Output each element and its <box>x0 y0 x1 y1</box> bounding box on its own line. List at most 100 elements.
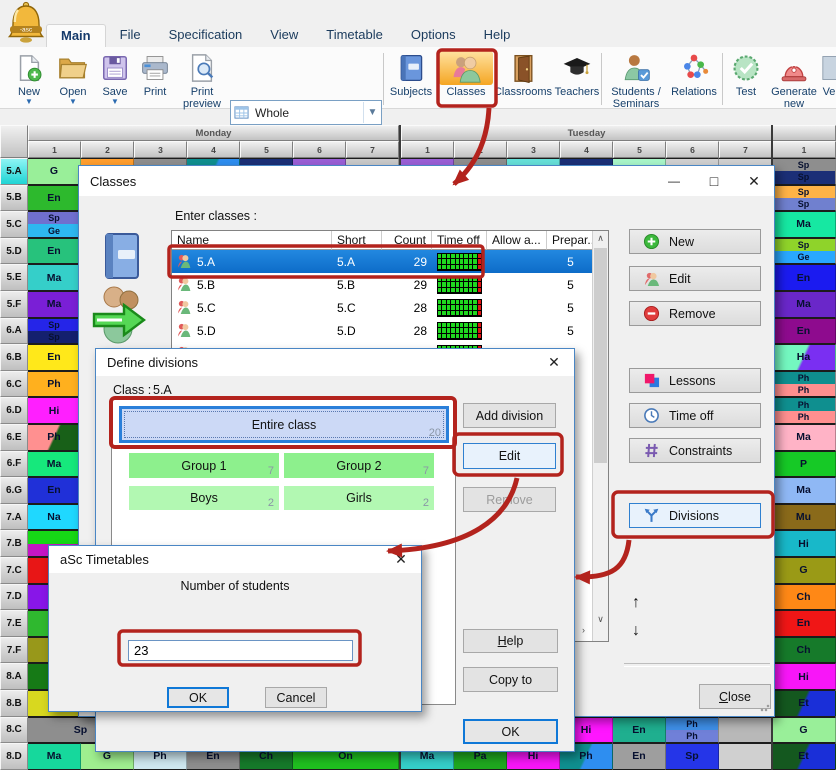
timetable-cell[interactable]: Ma <box>28 451 81 478</box>
row-header-6.C[interactable]: 6.C <box>0 371 28 398</box>
column-header-prepar[interactable]: Prepar... <box>547 231 594 250</box>
table-row[interactable]: 5.B5.B295 <box>172 273 594 296</box>
row-header-7.E[interactable]: 7.E <box>0 610 28 637</box>
timetable-cell[interactable]: SpGe <box>28 211 81 238</box>
column-header-count[interactable]: Count <box>382 231 432 250</box>
resize-grip[interactable] <box>760 702 770 712</box>
students-dialog-titlebar[interactable]: aSc Timetables ✕ <box>49 546 421 573</box>
chevron-down-icon[interactable]: ▼ <box>52 98 94 105</box>
timetable-cell[interactable]: Ha <box>772 344 836 371</box>
division-item-group2[interactable]: Group 27 <box>284 453 434 478</box>
timetable-cell[interactable]: Ph <box>28 371 81 398</box>
move-down-button[interactable]: ↓ <box>632 622 640 640</box>
division-item-group1[interactable]: Group 17 <box>129 453 279 478</box>
timetable-cell[interactable]: En <box>28 344 81 371</box>
row-header-5.F[interactable]: 5.F <box>0 291 28 318</box>
scroll-down-icon[interactable]: ∨ <box>593 614 608 625</box>
timetable-cell[interactable]: Ph <box>28 424 81 451</box>
view-selector[interactable]: Whole ▼ <box>230 100 382 125</box>
maximize-icon[interactable]: □ <box>694 166 734 196</box>
column-header-timeoff[interactable]: Time off <box>432 231 487 250</box>
timetable-cell[interactable]: Ch <box>772 637 836 664</box>
divisions-button[interactable]: Divisions <box>629 503 761 528</box>
row-header-6.D[interactable]: 6.D <box>0 397 28 424</box>
division-item-girls[interactable]: Girls2 <box>284 486 434 510</box>
toolbar-button-print[interactable]: Printpreview <box>176 51 228 110</box>
timetable-cell[interactable]: Ma <box>772 477 836 504</box>
toolbar-button-save[interactable]: Save▼ <box>96 51 134 105</box>
timetable-cell[interactable]: Hi <box>772 663 836 690</box>
row-header-5.A[interactable]: 5.A <box>0 158 28 185</box>
edit-button[interactable]: Edit <box>629 266 761 291</box>
vertical-scrollbar[interactable]: ∧∨ <box>592 231 608 641</box>
timetable-cell[interactable]: Et <box>772 690 836 717</box>
timetable-cell[interactable]: En <box>772 318 836 345</box>
timetable-cell[interactable]: Hi <box>772 530 836 557</box>
lessons-button[interactable]: Lessons <box>629 368 761 393</box>
column-header-name[interactable]: Name <box>172 231 332 250</box>
table-row[interactable]: 5.D5.D285 <box>172 319 594 342</box>
row-header-8.C[interactable]: 8.C <box>0 717 28 744</box>
toolbar-button-test[interactable]: Test <box>726 51 766 98</box>
close-icon[interactable]: ✕ <box>734 166 774 196</box>
row-header-6.F[interactable]: 6.F <box>0 451 28 478</box>
row-header-6.E[interactable]: 6.E <box>0 424 28 451</box>
row-header-7.D[interactable]: 7.D <box>0 584 28 611</box>
row-header-8.D[interactable]: 8.D <box>0 743 28 770</box>
toolbar-button-new[interactable]: New▼ <box>8 51 50 105</box>
timetable-cell[interactable]: SpGe <box>772 238 836 265</box>
chevron-down-icon[interactable]: ▼ <box>363 102 381 123</box>
timetable-cell[interactable]: Na <box>28 504 81 531</box>
close-icon[interactable]: ✕ <box>381 546 421 573</box>
row-header-6.B[interactable]: 6.B <box>0 344 28 371</box>
timetable-cell[interactable]: Hi <box>28 397 81 424</box>
timetable-cell[interactable]: Ma <box>772 424 836 451</box>
divisions-dialog-titlebar[interactable]: Define divisions ✕ <box>96 349 574 376</box>
move-up-button[interactable]: ↑ <box>632 594 640 612</box>
scroll-right-icon[interactable]: › <box>576 625 591 635</box>
ok-button[interactable]: OK <box>167 687 229 708</box>
cancel-button[interactable]: Cancel <box>265 687 327 708</box>
toolbar-button-generate[interactable]: Generatenew <box>766 51 822 110</box>
timetable-cell[interactable]: Ma <box>772 291 836 318</box>
menu-item-specification[interactable]: Specification <box>155 24 257 47</box>
menu-item-main[interactable]: Main <box>46 24 106 47</box>
timetable-cell[interactable]: G <box>772 557 836 584</box>
timetable-cell[interactable]: Ma <box>28 291 81 318</box>
asc-bell-icon[interactable]: -asc <box>6 1 46 45</box>
constraints-button[interactable]: Constraints <box>629 438 761 463</box>
toolbar-button-subjects[interactable]: Subjects <box>385 51 437 98</box>
entire-class-item[interactable]: Entire class 20 <box>119 406 449 443</box>
row-header-5.C[interactable]: 5.C <box>0 211 28 238</box>
toolbar-button-relations[interactable]: Relations <box>668 51 720 98</box>
timetable-cell[interactable]: Ma <box>28 743 81 770</box>
division-item-boys[interactable]: Boys2 <box>129 486 279 510</box>
timetable-cell[interactable]: En <box>28 477 81 504</box>
toolbar-button-print[interactable]: Print <box>136 51 174 98</box>
toolbar-button-classes[interactable]: Classes <box>439 51 493 98</box>
timetable-cell[interactable]: Mu <box>772 504 836 531</box>
row-header-6.A[interactable]: 6.A <box>0 318 28 345</box>
chevron-down-icon[interactable]: ▼ <box>96 98 134 105</box>
row-header-5.E[interactable]: 5.E <box>0 264 28 291</box>
row-header-8.B[interactable]: 8.B <box>0 690 28 717</box>
timetable-cell[interactable] <box>719 743 772 770</box>
menu-item-view[interactable]: View <box>256 24 312 47</box>
copy-to-button[interactable]: Copy to <box>463 667 558 692</box>
timetable-cell[interactable]: Et <box>772 743 836 770</box>
edit-division-button[interactable]: Edit <box>463 443 556 469</box>
timetable-cell[interactable]: G <box>28 158 81 185</box>
row-header-7.B[interactable]: 7.B <box>0 530 28 557</box>
add-division-button[interactable]: Add division <box>463 403 556 428</box>
row-header-7.F[interactable]: 7.F <box>0 637 28 664</box>
timetable-cell[interactable] <box>719 717 772 744</box>
timetable-cell[interactable]: En <box>28 185 81 212</box>
table-row[interactable]: 5.C5.C285 <box>172 296 594 319</box>
menu-item-help[interactable]: Help <box>470 24 525 47</box>
menu-item-timetable[interactable]: Timetable <box>312 24 397 47</box>
toolbar-button-open[interactable]: Open▼ <box>52 51 94 105</box>
ok-button[interactable]: OK <box>463 719 558 744</box>
timetable-cell[interactable]: G <box>772 717 836 744</box>
timetable-cell[interactable]: En <box>772 264 836 291</box>
row-header-5.D[interactable]: 5.D <box>0 238 28 265</box>
